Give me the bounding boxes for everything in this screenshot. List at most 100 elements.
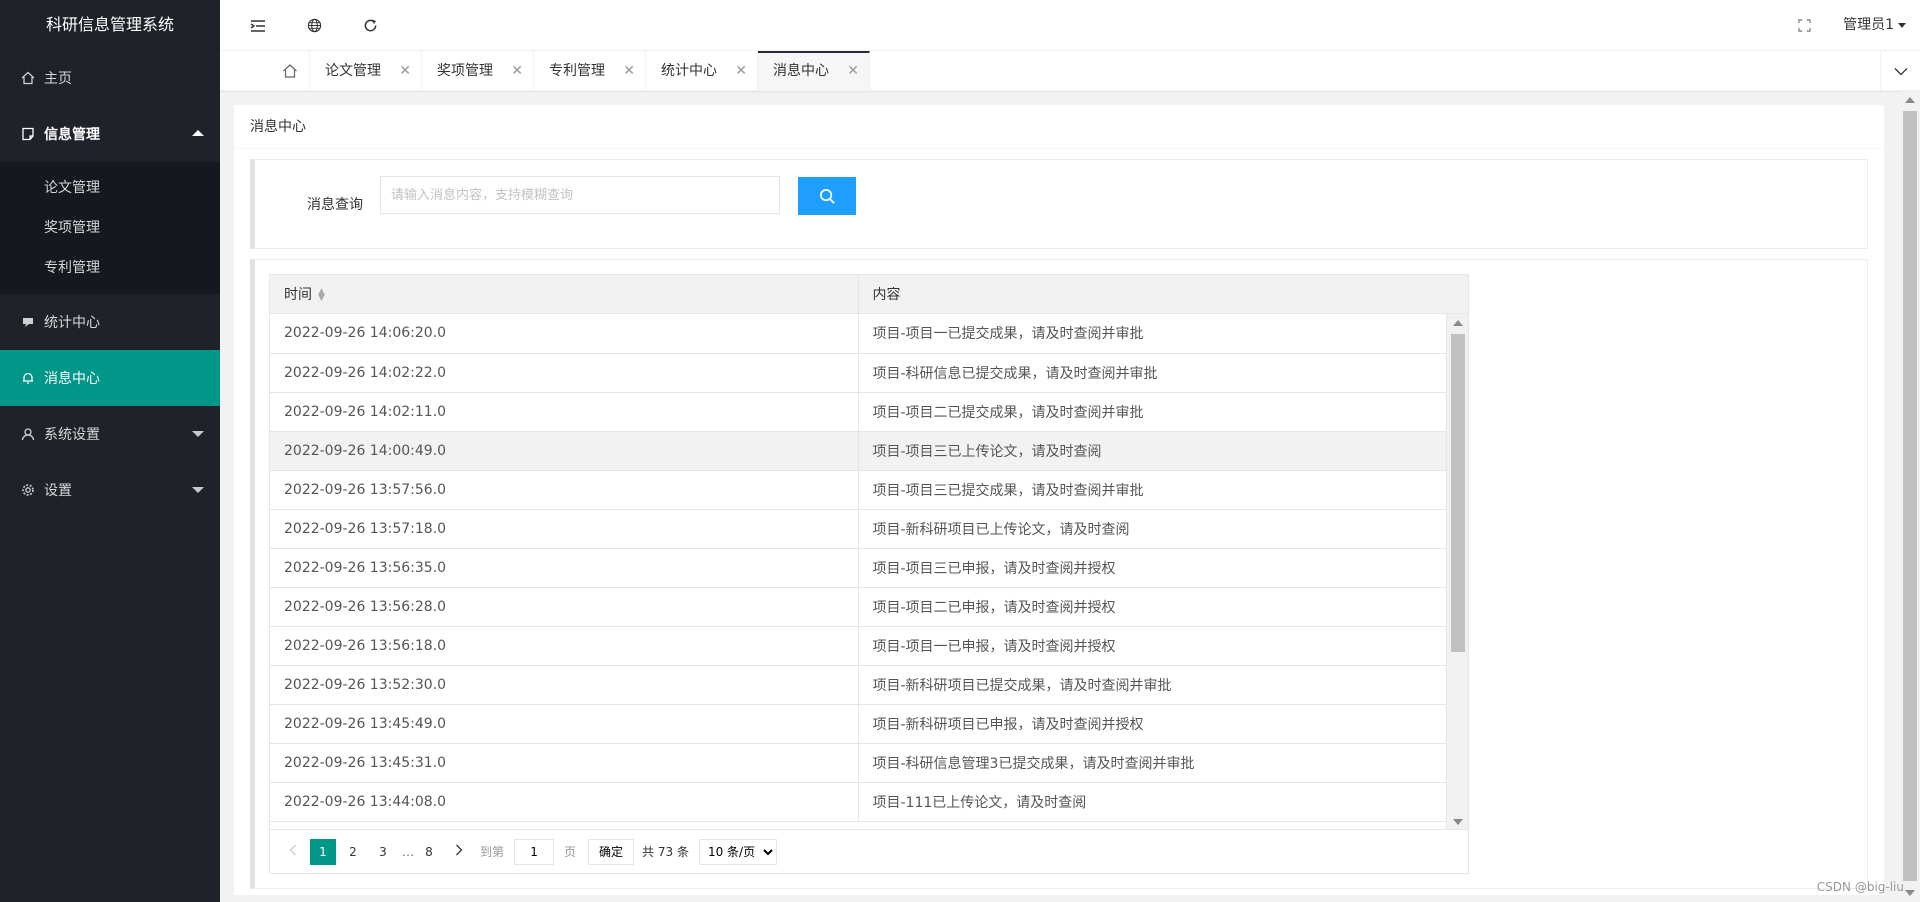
table-row[interactable]: 2022-09-26 14:02:11.0 项目-项目二已提交成果，请及时查阅并审…: [270, 392, 1446, 432]
total-count: 共 73 条: [642, 845, 689, 859]
app-title: 科研信息管理系统: [0, 0, 220, 50]
menu-toggle-button[interactable]: [238, 0, 278, 51]
scroll-up-icon[interactable]: [1453, 320, 1463, 326]
menu-collapse-icon: [250, 19, 265, 32]
sidebar-item-home[interactable]: 主页: [0, 50, 220, 106]
tab-more-button[interactable]: [1880, 51, 1920, 91]
bell-icon: [20, 371, 36, 385]
sidebar-item-label: 信息管理: [44, 127, 100, 143]
scrollbar-thumb[interactable]: [1903, 111, 1917, 881]
table-row[interactable]: 2022-09-26 13:56:18.0 项目-项目一已申报，请及时查阅并授权: [270, 626, 1446, 666]
sidebar-item-settings[interactable]: 设置: [0, 462, 220, 518]
scroll-down-icon[interactable]: [1453, 819, 1463, 825]
table-row[interactable]: 2022-09-26 14:06:20.0 项目-项目一已提交成果，请及时查阅并审…: [270, 314, 1446, 354]
language-button[interactable]: [294, 0, 334, 51]
tab-label: 论文管理: [325, 63, 381, 79]
caret-down-icon: [1898, 22, 1906, 28]
goto-page-input[interactable]: [514, 838, 555, 865]
tab-awards[interactable]: 奖项管理 ✕: [422, 51, 534, 91]
tab-statistics[interactable]: 统计中心 ✕: [646, 51, 758, 91]
column-label: 时间: [284, 286, 312, 303]
chevron-right-icon: [456, 844, 463, 855]
goto-label: 到第: [480, 845, 505, 859]
sidebar-item-label: 统计中心: [44, 315, 100, 331]
tab-home[interactable]: [270, 51, 310, 91]
table-row[interactable]: 2022-09-26 13:57:56.0 项目-项目三已提交成果，请及时查阅并审…: [270, 470, 1446, 510]
close-icon[interactable]: ✕: [623, 51, 635, 91]
cell-time: 2022-09-26 13:45:31.0: [270, 743, 859, 783]
close-icon[interactable]: ✕: [511, 51, 523, 91]
search-label: 消息查询: [307, 197, 363, 213]
column-header-time[interactable]: 时间 ▲ ▼: [270, 275, 859, 314]
gear-icon: [20, 483, 36, 497]
cell-content: 项目-项目一已提交成果，请及时查阅并审批: [858, 314, 1446, 354]
page-1[interactable]: 1: [310, 838, 336, 865]
sidebar-item-messages[interactable]: 消息中心: [0, 350, 220, 406]
cell-content: 项目-新科研项目已申报，请及时查阅并授权: [858, 704, 1446, 744]
tab-papers[interactable]: 论文管理 ✕: [310, 51, 422, 91]
sidebar-subitem-papers[interactable]: 论文管理: [0, 168, 220, 208]
next-page-button[interactable]: [446, 839, 472, 865]
column-label: 内容: [872, 286, 901, 303]
cell-content: 项目-项目三已申报，请及时查阅并授权: [858, 548, 1446, 588]
table-row[interactable]: 2022-09-26 14:02:22.0 项目-科研信息已提交成果，请及时查阅并…: [270, 353, 1446, 393]
table-row[interactable]: 2022-09-26 13:56:28.0 项目-项目二已申报，请及时查阅并授权: [270, 587, 1446, 627]
search-icon: [819, 188, 835, 204]
cell-content: 项目-项目三已提交成果，请及时查阅并审批: [858, 470, 1446, 510]
close-icon[interactable]: ✕: [399, 51, 411, 91]
table-row[interactable]: 2022-09-26 13:45:49.0 项目-新科研项目已申报，请及时查阅并授…: [270, 704, 1446, 744]
scrollbar-thumb[interactable]: [1451, 334, 1465, 652]
page-2[interactable]: 2: [340, 839, 366, 865]
document-icon: [20, 127, 36, 141]
header-filler: [1446, 275, 1468, 314]
sidebar-item-statistics[interactable]: 统计中心: [0, 294, 220, 350]
sidebar-subitem-awards[interactable]: 奖项管理: [0, 208, 220, 248]
scroll-up-icon[interactable]: [1905, 97, 1915, 103]
cell-time: 2022-09-26 13:45:49.0: [270, 704, 859, 744]
table-row[interactable]: 2022-09-26 14:00:49.0 项目-项目三已上传论文，请及时查阅: [270, 431, 1446, 471]
chat-icon: [20, 315, 36, 329]
table-row[interactable]: 2022-09-26 13:52:30.0 项目-新科研项目已提交成果，请及时查阅…: [270, 665, 1446, 705]
cell-time: 2022-09-26 14:06:20.0: [270, 314, 859, 354]
cell-time: 2022-09-26 14:00:49.0: [270, 431, 859, 471]
table-row[interactable]: 2022-09-26 13:56:35.0 项目-项目三已申报，请及时查阅并授权: [270, 548, 1446, 588]
search-button[interactable]: [798, 177, 856, 215]
close-icon[interactable]: ✕: [735, 51, 747, 91]
fullscreen-button[interactable]: [1784, 0, 1824, 51]
tab-patents[interactable]: 专利管理 ✕: [534, 51, 646, 91]
main-card: 消息中心 消息查询 时间▲▼ 内容 2022-09-26 14:06:20.0项…: [234, 105, 1884, 895]
table-row[interactable]: 2022-09-26 13:44:08.0 项目-111已上传论文，请及时查阅: [270, 782, 1446, 822]
prev-page-button[interactable]: [280, 839, 306, 865]
cell-time: 2022-09-26 14:02:22.0: [270, 353, 859, 393]
cell-content: 项目-新科研项目已提交成果，请及时查阅并审批: [858, 665, 1446, 705]
page-3[interactable]: 3: [370, 839, 396, 865]
cell-time: 2022-09-26 13:56:35.0: [270, 548, 859, 588]
page-scrollbar[interactable]: [1900, 91, 1920, 902]
sidebar-item-info-manage[interactable]: 信息管理: [0, 106, 220, 162]
sort-icon[interactable]: ▲ ▼: [318, 287, 325, 302]
cell-content: 项目-新科研项目已上传论文，请及时查阅: [858, 509, 1446, 549]
tab-messages[interactable]: 消息中心 ✕: [758, 51, 870, 91]
sidebar-item-system-settings[interactable]: 系统设置: [0, 406, 220, 462]
sidebar-item-label: 消息中心: [44, 371, 100, 387]
tab-bar: 论文管理 ✕ 奖项管理 ✕ 专利管理 ✕ 统计中心 ✕ 消息中心 ✕: [220, 51, 1920, 91]
close-icon[interactable]: ✕: [847, 53, 859, 89]
scroll-down-icon[interactable]: [1905, 890, 1915, 896]
table-scrollbar[interactable]: [1446, 314, 1468, 831]
globe-icon: [307, 18, 321, 33]
sidebar-subitem-patents[interactable]: 专利管理: [0, 248, 220, 288]
table-row[interactable]: 2022-09-26 13:45:31.0 项目-科研信息管理3已提交成果，请及时…: [270, 743, 1446, 783]
page-last[interactable]: 8: [416, 839, 442, 865]
goto-confirm-button[interactable]: 确定: [588, 838, 635, 865]
search-input[interactable]: [380, 176, 780, 214]
user-menu[interactable]: 管理员1: [1843, 0, 1906, 51]
sidebar-item-label: 主页: [44, 71, 72, 87]
page-size-select[interactable]: 10 条/页: [698, 838, 777, 865]
cell-content: 项目-项目二已申报，请及时查阅并授权: [858, 587, 1446, 627]
home-icon: [20, 71, 36, 85]
table-row[interactable]: 2022-09-26 13:57:18.0 项目-新科研项目已上传论文，请及时查阅: [270, 509, 1446, 549]
refresh-button[interactable]: [350, 0, 390, 51]
page-unit-label: 页: [564, 845, 577, 859]
top-header: 管理员1: [220, 0, 1920, 51]
user-icon: [20, 427, 36, 441]
